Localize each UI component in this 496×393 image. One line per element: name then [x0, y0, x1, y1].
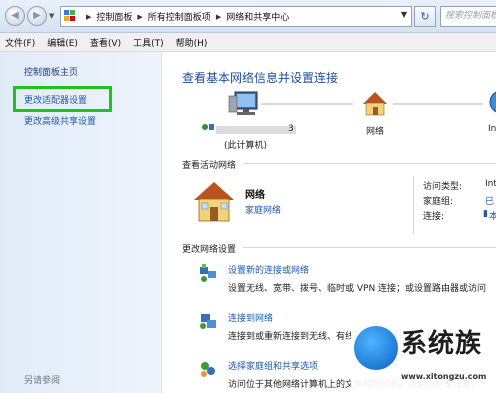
- house-network-icon: [363, 92, 387, 116]
- ethernet-icon: ▮: [483, 209, 488, 219]
- forward-arrow-icon: ▶: [33, 10, 41, 21]
- connection-label: 连接:: [423, 212, 445, 222]
- breadcrumb-separator-icon[interactable]: ▶: [137, 13, 142, 21]
- new-connection-icon: [200, 264, 216, 282]
- section-divider: [243, 163, 496, 164]
- menu-view[interactable]: 查看(V): [90, 36, 121, 49]
- see-also-heading: 另请参阅: [24, 376, 61, 386]
- watermark-url: www.xitongzu.com: [401, 372, 487, 381]
- network-adapter-icon: [202, 124, 214, 130]
- breadcrumb-network-center[interactable]: 网络和共享中心: [226, 10, 289, 23]
- computer-name-suffix: 3: [288, 124, 294, 134]
- vertical-divider: [413, 176, 414, 234]
- internet-globe-icon: [489, 91, 496, 113]
- active-network-panel: 网络 家庭网络 访问类型: Int 家庭组: 已 连接: 本 ▮: [182, 176, 496, 238]
- change-advanced-sharing-link[interactable]: 更改高级共享设置: [24, 114, 96, 127]
- address-box[interactable]: ▶ 控制面板 ▶ 所有控制面板项 ▶ 网络和共享中心 ▼: [60, 6, 412, 27]
- setup-connection-link[interactable]: 设置新的连接或网络: [228, 263, 309, 276]
- menu-edit[interactable]: 编辑(E): [47, 36, 78, 49]
- homegroup-value-link[interactable]: 已: [485, 194, 494, 207]
- setup-connection-desc: 设置无线、宽带、拨号、临时或 VPN 连接；或设置路由器或访问: [228, 284, 487, 294]
- address-toolbar: ◀ ▶ ▼ ▶ 控制面板 ▶ 所有控制面板项 ▶ 网络和共享中心 ▼ ↻ 搜索控…: [0, 0, 496, 33]
- highlight-box: [13, 86, 112, 112]
- network-type-link[interactable]: 家庭网络: [245, 203, 281, 216]
- connect-network-icon: [200, 314, 216, 329]
- network-map: [202, 91, 496, 130]
- network-name: 网络: [245, 190, 265, 201]
- computer-name-redacted: [216, 126, 296, 134]
- network-label: 网络: [366, 127, 385, 137]
- home-network-icon: [194, 182, 234, 222]
- control-panel-icon: [64, 10, 77, 23]
- address-dropdown-icon[interactable]: ▼: [401, 10, 407, 19]
- breadcrumb-separator-icon[interactable]: ▶: [216, 13, 221, 21]
- homegroup-icon: [201, 362, 215, 377]
- search-input[interactable]: 搜索控制面板: [440, 6, 496, 27]
- breadcrumb-control-panel[interactable]: 控制面板: [96, 10, 132, 23]
- windows-logo-icon: [354, 326, 398, 370]
- refresh-button[interactable]: ↻: [414, 6, 436, 27]
- homegroup-options-link[interactable]: 选择家庭组和共享选项: [228, 359, 318, 372]
- connect-network-link[interactable]: 连接到网络: [228, 311, 273, 324]
- menu-tools[interactable]: 工具(T): [133, 36, 164, 49]
- breadcrumb-all-items[interactable]: 所有控制面板项: [148, 10, 211, 23]
- active-networks-heading: 查看活动网络: [182, 161, 237, 171]
- watermark-text: 系统族: [401, 329, 483, 359]
- control-panel-home-link[interactable]: 控制面板主页: [24, 65, 78, 78]
- breadcrumb-separator-icon: ▶: [86, 12, 92, 21]
- menu-bar: 文件(F) 编辑(E) 查看(V) 工具(T) 帮助(H): [0, 33, 496, 52]
- computer-label: (此计算机): [224, 141, 268, 151]
- section-divider: [243, 247, 496, 248]
- change-settings-heading: 更改网络设置: [182, 245, 237, 255]
- computer-icon: [228, 91, 258, 115]
- internet-label: In: [488, 124, 496, 134]
- access-type-label: 访问类型:: [423, 182, 463, 192]
- watermark-logo: 系统族 www.xitongzu.com: [351, 320, 496, 393]
- back-arrow-icon: ◀: [11, 10, 19, 21]
- menu-help[interactable]: 帮助(H): [176, 36, 208, 49]
- history-dropdown-icon[interactable]: ▼: [49, 12, 54, 20]
- access-type-value: Int: [485, 179, 496, 189]
- back-button[interactable]: ◀: [5, 6, 25, 26]
- forward-button[interactable]: ▶: [27, 6, 47, 26]
- menu-file[interactable]: 文件(F): [5, 36, 35, 49]
- homegroup-label: 家庭组:: [423, 197, 454, 207]
- connection-value-link[interactable]: 本: [489, 209, 496, 222]
- refresh-icon: ↻: [420, 10, 430, 23]
